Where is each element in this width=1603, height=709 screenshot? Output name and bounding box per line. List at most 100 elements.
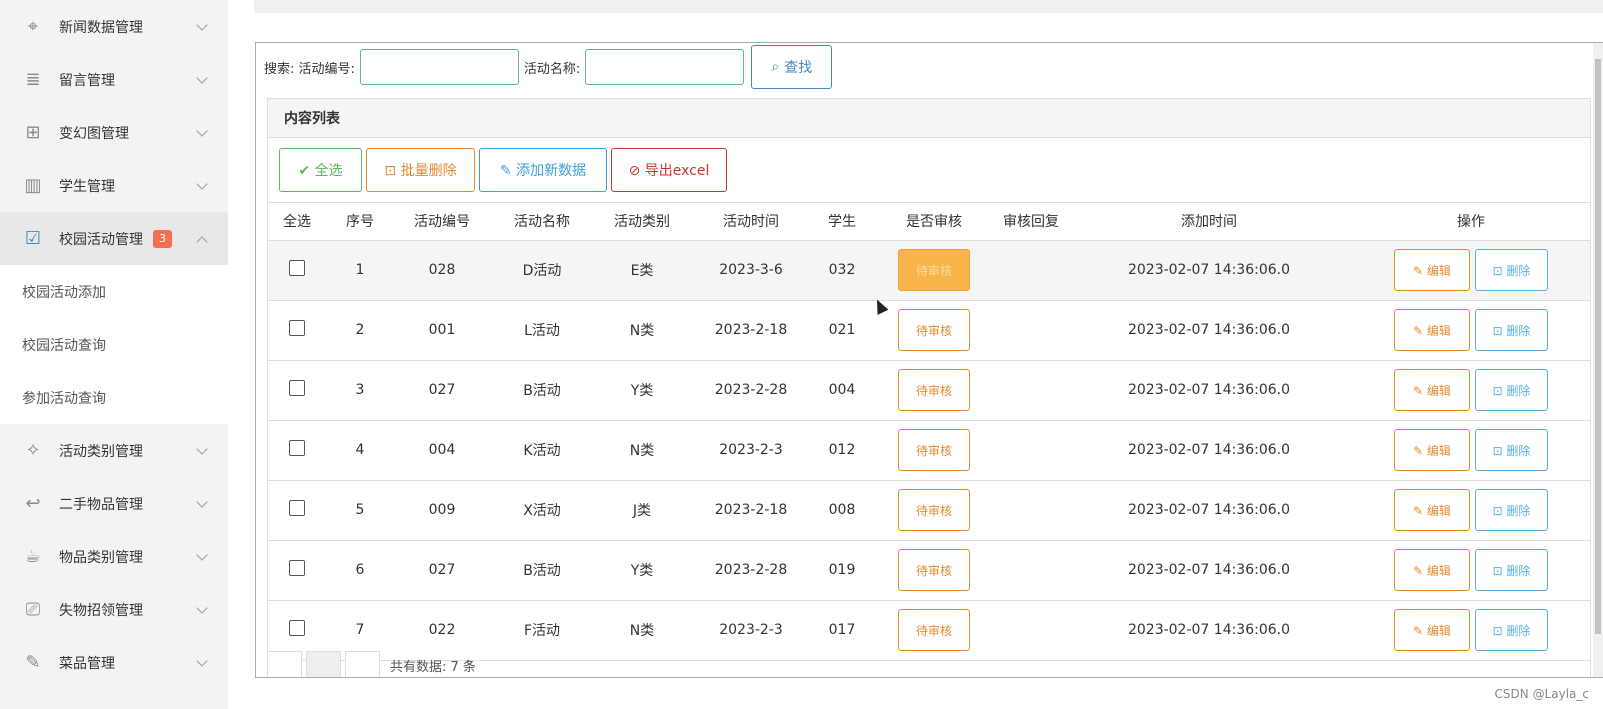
delete-button[interactable]: ⊡ 删除 xyxy=(1475,609,1548,651)
col-header: 活动编号 xyxy=(414,214,470,231)
delete-button[interactable]: ⊡ 删除 xyxy=(1475,549,1548,591)
sidebar-item-campus-activities[interactable]: ☑ 校园活动管理 3 xyxy=(0,212,228,265)
table-row: 6 027 B活动 Y类 2023-2-28 019 待审核 2023-02-07 14:36… xyxy=(268,540,1590,600)
category-cell: N类 xyxy=(629,323,655,339)
sidebar-item-students[interactable]: ▥ 学生管理 xyxy=(0,159,228,212)
count-badge: 3 xyxy=(153,229,172,248)
sidebar-item-dishes[interactable]: ✎ 菜品管理 xyxy=(0,636,228,689)
date-cell: 2023-2-3 xyxy=(719,622,783,638)
audit-cell: 待审核 xyxy=(872,480,996,540)
submenu: 校园活动添加 校园活动查询 参加活动查询 xyxy=(0,265,228,424)
code-cell: 027 xyxy=(428,382,456,398)
col-header[interactable]: 全选 xyxy=(268,203,326,240)
delete-button[interactable]: ⊡ 删除 xyxy=(1475,309,1548,351)
list-icon: ≣ xyxy=(25,69,41,90)
student-cell: 012 xyxy=(828,442,856,458)
search-button[interactable]: ⌕ 查找 xyxy=(751,45,833,89)
scrollbar[interactable] xyxy=(1593,43,1603,677)
chevron-down-icon xyxy=(196,124,208,137)
submenu-item-query-activity[interactable]: 校园活动查询 xyxy=(0,318,228,371)
code-cell: 028 xyxy=(428,262,456,278)
category-cell: N类 xyxy=(629,623,655,639)
audit-cell: 待审核 xyxy=(872,420,996,480)
sidebar-item-label: 变幻图管理 xyxy=(59,125,129,142)
submenu-item-add-activity[interactable]: 校园活动添加 xyxy=(0,265,228,318)
add-new-button[interactable]: ✎ 添加新数据 xyxy=(479,148,607,192)
batch-delete-button[interactable]: ⊡ 批量删除 xyxy=(366,148,475,192)
reply-cell xyxy=(996,420,1066,480)
added-time-cell: 2023-02-07 14:36:06.0 xyxy=(1127,502,1291,518)
added-time-cell: 2023-02-07 14:36:06.0 xyxy=(1127,442,1291,458)
added-time-cell: 2023-02-07 14:36:06.0 xyxy=(1127,322,1291,338)
seq-cell: 1 xyxy=(355,262,365,278)
chevron-down-icon xyxy=(196,548,208,561)
audit-button[interactable]: 待审核 xyxy=(898,369,970,411)
sidebar: ⌖ 新闻数据管理 ≣ 留言管理 ⊞ 变幻图管理 ▥ 学生管理 ☑ 校园活动管理 3 校园活动… xyxy=(0,0,228,709)
audit-button[interactable]: 待审核 xyxy=(898,249,970,291)
row-checkbox[interactable] xyxy=(289,440,305,456)
record-count: 共有数据: 7 条 xyxy=(390,659,476,675)
added-time-cell: 2023-02-07 14:36:06.0 xyxy=(1127,562,1291,578)
coffee-icon: ☕ xyxy=(24,546,42,567)
actions-cell: ✎ 编辑 ⊡ 删除 xyxy=(1352,540,1590,600)
row-checkbox[interactable] xyxy=(289,620,305,636)
audit-button[interactable]: 待审核 xyxy=(898,429,970,471)
edit-button[interactable]: ✎ 编辑 xyxy=(1394,489,1470,531)
added-time-cell: 2023-02-07 14:36:06.0 xyxy=(1127,622,1291,638)
delete-button[interactable]: ⊡ 删除 xyxy=(1475,429,1548,471)
sidebar-item-label: 留言管理 xyxy=(59,72,115,89)
actions-cell: ✎ 编辑 ⊡ 删除 xyxy=(1352,240,1590,300)
sidebar-item-item-categories[interactable]: ☕ 物品类别管理 xyxy=(0,530,228,583)
row-checkbox[interactable] xyxy=(289,560,305,576)
seq-cell: 5 xyxy=(355,502,365,518)
student-cell: 019 xyxy=(828,562,856,578)
audit-button[interactable]: 待审核 xyxy=(898,549,970,591)
date-cell: 2023-2-28 xyxy=(714,382,788,398)
audit-button[interactable]: 待审核 xyxy=(898,489,970,531)
delete-button[interactable]: ⊡ 删除 xyxy=(1475,249,1548,291)
code-cell: 009 xyxy=(428,502,456,518)
submenu-item-query-participation[interactable]: 参加活动查询 xyxy=(0,371,228,424)
sidebar-item-carousel[interactable]: ⊞ 变幻图管理 xyxy=(0,106,228,159)
row-checkbox[interactable] xyxy=(289,320,305,336)
edit-button[interactable]: ✎ 编辑 xyxy=(1394,549,1470,591)
reply-icon: ↩ xyxy=(25,493,41,514)
sidebar-item-secondhand[interactable]: ↩ 二手物品管理 xyxy=(0,477,228,530)
sidebar-item-label: 校园活动管理 xyxy=(59,231,143,248)
activity-code-input[interactable] xyxy=(359,49,519,85)
edit-button[interactable]: ✎ 编辑 xyxy=(1394,429,1470,471)
page-current-button[interactable] xyxy=(306,651,341,677)
row-checkbox[interactable] xyxy=(289,500,305,516)
map-icon: ▥ xyxy=(24,175,42,196)
name-cell: D活动 xyxy=(522,263,562,279)
page-prev-button[interactable] xyxy=(267,651,302,677)
row-checkbox[interactable] xyxy=(289,380,305,396)
row-checkbox-cell xyxy=(268,300,326,360)
sidebar-item-lost-found[interactable]: ⎚ 失物招领管理 xyxy=(0,583,228,636)
student-cell: 017 xyxy=(828,622,856,638)
sidebar-item-news[interactable]: ⌖ 新闻数据管理 xyxy=(0,0,228,53)
audit-button[interactable]: 待审核 xyxy=(898,609,970,651)
col-header: 学生 xyxy=(828,214,856,231)
name-cell: F活动 xyxy=(523,623,561,639)
name-cell: B活动 xyxy=(523,563,561,579)
edit-button[interactable]: ✎ 编辑 xyxy=(1394,249,1470,291)
search-name-label: 活动名称: xyxy=(523,61,581,77)
row-checkbox[interactable] xyxy=(289,260,305,276)
sidebar-item-activity-categories[interactable]: ✧ 活动类别管理 xyxy=(0,424,228,477)
sidebar-item-messages[interactable]: ≣ 留言管理 xyxy=(0,53,228,106)
select-all-button[interactable]: ✔ 全选 xyxy=(279,148,362,192)
activity-name-input[interactable] xyxy=(585,49,745,85)
edit-button[interactable]: ✎ 编辑 xyxy=(1394,609,1470,651)
col-header: 活动类别 xyxy=(614,214,670,231)
export-excel-button[interactable]: ⊘ 导出excel xyxy=(611,148,727,192)
delete-button[interactable]: ⊡ 删除 xyxy=(1475,369,1548,411)
added-time-cell: 2023-02-07 14:36:06.0 xyxy=(1127,262,1291,278)
sidebar-item-label: 失物招领管理 xyxy=(59,602,143,619)
page-next-button[interactable] xyxy=(345,651,380,677)
scrollbar-thumb[interactable] xyxy=(1595,59,1601,634)
edit-button[interactable]: ✎ 编辑 xyxy=(1394,369,1470,411)
delete-button[interactable]: ⊡ 删除 xyxy=(1475,489,1548,531)
audit-button[interactable]: 待审核 xyxy=(898,309,970,351)
edit-button[interactable]: ✎ 编辑 xyxy=(1394,309,1470,351)
